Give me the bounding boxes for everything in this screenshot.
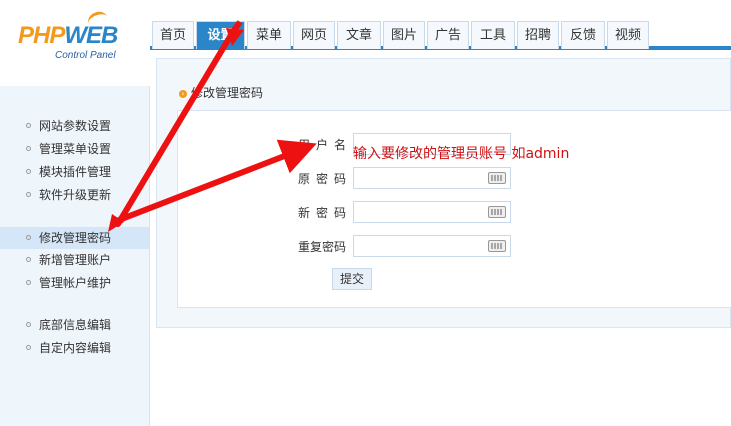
sidebar-item-label: 新增管理账户	[39, 253, 112, 267]
tab-menu[interactable]: 菜单	[247, 21, 291, 49]
bullet-icon	[26, 123, 31, 128]
sidebar-item-label: 网站参数设置	[39, 119, 112, 133]
bullet-icon	[26, 322, 31, 327]
keyboard-icon[interactable]	[488, 240, 506, 252]
bullet-icon	[26, 345, 31, 350]
sidebar-item-label: 自定内容编辑	[39, 341, 112, 355]
logo-web: WEB	[64, 22, 118, 49]
logo-php: PHP	[18, 22, 65, 49]
logo-wordmark: PHPWEB	[18, 22, 118, 50]
sidebar-item-label: 管理帐户维护	[39, 276, 112, 290]
sidebar-item-label: 修改管理密码	[39, 231, 112, 245]
tab-feedback[interactable]: 反馈	[561, 21, 605, 49]
breadcrumb-label: 修改管理密码	[191, 86, 264, 100]
sidebar-item-custom-content[interactable]: 自定内容编辑	[0, 337, 149, 359]
old-password-label: 原密码	[298, 172, 346, 186]
old-password-input[interactable]	[353, 167, 511, 189]
annotation-text: 输入要修改的管理员账号 如admin	[353, 146, 570, 162]
bullet-icon	[26, 235, 31, 240]
sidebar-item-manage-accounts[interactable]: 管理帐户维护	[0, 272, 149, 294]
sidebar-item-site-params[interactable]: 网站参数设置	[0, 115, 149, 137]
sidebar-item-label: 模块插件管理	[39, 165, 112, 179]
tab-video[interactable]: 视频	[607, 21, 649, 49]
sidebar-item-label: 管理菜单设置	[39, 142, 112, 156]
arrow-bullet-icon: ›	[179, 90, 187, 98]
bullet-icon	[26, 192, 31, 197]
tab-articles[interactable]: 文章	[337, 21, 381, 49]
password-form: 用户名 原密码 新密码 重复密码	[177, 110, 731, 308]
keyboard-icon[interactable]	[488, 172, 506, 184]
tab-images[interactable]: 图片	[383, 21, 425, 49]
logo-subtitle: Control Panel	[55, 50, 116, 61]
submit-button[interactable]: 提交	[332, 268, 372, 290]
tab-tools[interactable]: 工具	[471, 21, 515, 49]
username-label: 用户名	[298, 138, 346, 152]
sidebar-item-menu-settings[interactable]: 管理菜单设置	[0, 138, 149, 160]
keyboard-icon[interactable]	[488, 206, 506, 218]
sidebar-item-footer-edit[interactable]: 底部信息编辑	[0, 314, 149, 336]
sidebar-item-label: 底部信息编辑	[39, 318, 112, 332]
logo: PHPWEB Control Panel	[0, 0, 150, 86]
sidebar-item-plugins[interactable]: 模块插件管理	[0, 161, 149, 183]
sidebar: 网站参数设置 管理菜单设置 模块插件管理 软件升级更新 修改管理密码 新增管理账…	[0, 86, 150, 426]
tab-pages[interactable]: 网页	[293, 21, 335, 49]
repeat-password-input[interactable]	[353, 235, 511, 257]
bullet-icon	[26, 146, 31, 151]
tab-ads[interactable]: 广告	[427, 21, 469, 49]
repeat-password-label: 重复密码	[298, 240, 347, 254]
top-nav: 首页 设置 菜单 网页 文章 图片 广告 工具 招聘 反馈 视频	[150, 0, 731, 50]
new-password-label: 新密码	[298, 206, 346, 220]
main-content: › 修改管理密码 用户名 原密码 新密码 重复密码	[156, 58, 731, 328]
bullet-icon	[26, 169, 31, 174]
sidebar-item-change-password[interactable]: 修改管理密码	[0, 227, 149, 249]
tab-jobs[interactable]: 招聘	[517, 21, 559, 49]
new-password-input[interactable]	[353, 201, 511, 223]
breadcrumb: › 修改管理密码	[179, 84, 263, 101]
sidebar-item-label: 软件升级更新	[39, 188, 112, 202]
tab-home[interactable]: 首页	[152, 21, 194, 49]
bullet-icon	[26, 257, 31, 262]
tab-settings[interactable]: 设置	[196, 21, 245, 49]
sidebar-item-upgrade[interactable]: 软件升级更新	[0, 184, 149, 206]
sidebar-item-add-account[interactable]: 新增管理账户	[0, 249, 149, 271]
bullet-icon	[26, 280, 31, 285]
